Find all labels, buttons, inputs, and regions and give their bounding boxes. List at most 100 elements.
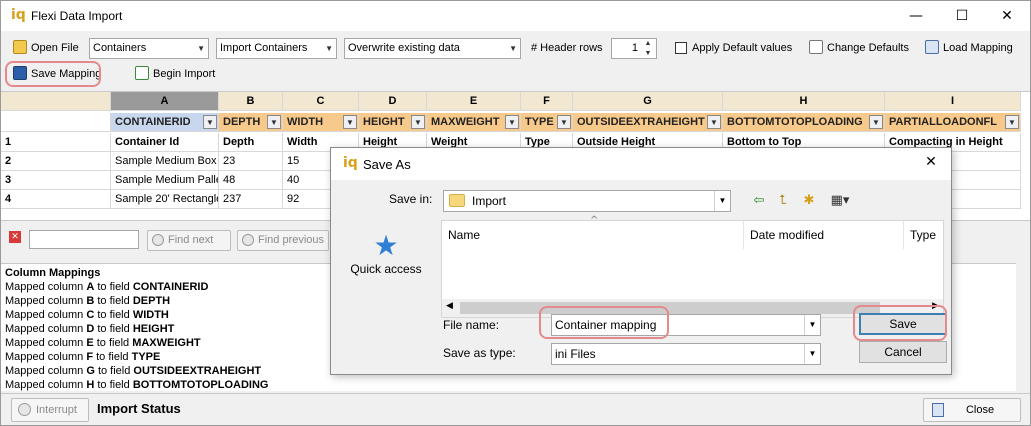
chevron-down-icon[interactable]: ▼ (343, 115, 357, 129)
find-previous-icon (242, 234, 254, 246)
search-input[interactable] (29, 230, 139, 249)
toolbar-row-1: Open File Containers ▼ Import Containers ▼… (1, 35, 1030, 61)
interrupt-button[interactable]: Interrupt (11, 398, 89, 422)
col-letter-h[interactable]: H (723, 92, 885, 111)
change-defaults-button[interactable]: Change Defaults (807, 37, 909, 59)
find-next-button[interactable]: Find next (147, 230, 231, 251)
object-combo[interactable]: Containers ▼ (89, 38, 209, 59)
dialog-close-icon[interactable]: ✕ (919, 154, 943, 170)
field-name: PARTIALLOADONFL (889, 116, 997, 128)
grid-cell[interactable]: Depth (219, 133, 283, 152)
field-select-a[interactable]: CONTAINERID ▼ (111, 113, 219, 132)
app-logo-icon: iq (11, 7, 26, 23)
header-rows-value: 1 (631, 42, 638, 54)
chevron-down-icon[interactable]: ▼ (505, 115, 519, 129)
close-window-button[interactable]: ✕ (984, 1, 1030, 31)
maximize-button[interactable]: ☐ (939, 1, 985, 31)
apply-defaults-checkbox[interactable] (675, 42, 687, 54)
field-name: OUTSIDEEXTRAHEIGHT (577, 116, 705, 128)
grid-cell[interactable]: Sample 20' Rectangle (111, 190, 219, 209)
dialog-title-bar: iq Save As ✕ (331, 148, 951, 180)
col-letter-b[interactable]: B (219, 92, 283, 111)
dialog-body: Save in: Import ▼ ⇦ ⮤ ✱ ▦▾ ★ Quick acces… (331, 180, 951, 374)
field-name: TYPE (525, 116, 554, 128)
save-in-label: Save in: (389, 192, 433, 206)
col-letter-d[interactable]: D (359, 92, 427, 111)
field-select-b[interactable]: DEPTH ▼ (219, 113, 283, 132)
find-previous-button[interactable]: Find previous (237, 230, 329, 251)
close-button[interactable]: Close (923, 398, 1021, 422)
grid-cell[interactable] (951, 190, 1021, 209)
import-mode-combo[interactable]: Overwrite existing data ▼ (344, 38, 521, 59)
column-header-name[interactable]: Name (442, 221, 744, 249)
chevron-down-icon[interactable]: ▼ (1005, 115, 1019, 129)
save-button-highlight (853, 305, 947, 341)
cancel-button[interactable]: Cancel (859, 341, 947, 363)
object-combo-value: Containers (93, 42, 147, 54)
field-select-f[interactable]: TYPE ▼ (521, 113, 573, 132)
field-select-g[interactable]: OUTSIDEEXTRAHEIGHT ▼ (573, 113, 723, 132)
grid-cell[interactable]: Container Id (111, 133, 219, 152)
field-select-i[interactable]: PARTIALLOADONFL ▼ (885, 113, 1021, 132)
load-mapping-button[interactable]: Load Mapping (923, 37, 1013, 59)
begin-import-button[interactable]: Begin Import (133, 63, 215, 85)
defaults-icon (809, 40, 823, 54)
header-rows-stepper[interactable]: 1 ▲ ▼ (611, 38, 657, 59)
clear-search-icon[interactable]: ✕ (9, 231, 21, 243)
grid-cell[interactable]: Sample Medium Pallet (111, 171, 219, 190)
col-letter-a[interactable]: A (111, 92, 219, 111)
view-menu-icon[interactable]: ▦▾ (825, 191, 855, 211)
file-list[interactable]: ^ Name Date modified Type ◀ ▶ (441, 215, 944, 318)
row-number[interactable]: 3 (1, 171, 111, 190)
chevron-down-icon[interactable]: ▼ (557, 115, 571, 129)
save-in-combo[interactable]: Import ▼ (443, 190, 731, 212)
log-scrollbar[interactable] (1016, 263, 1029, 391)
grid-cell[interactable]: 237 (219, 190, 283, 209)
grid-corner (1, 92, 111, 111)
field-select-d[interactable]: HEIGHT ▼ (359, 113, 427, 132)
field-select-c[interactable]: WIDTH ▼ (283, 113, 359, 132)
column-header-date[interactable]: Date modified (744, 221, 904, 249)
row-number[interactable]: 2 (1, 152, 111, 171)
col-letter-g[interactable]: G (573, 92, 723, 111)
grid-cell[interactable] (951, 171, 1021, 190)
window-title: Flexi Data Import (31, 9, 123, 23)
open-file-button[interactable]: Open File (11, 37, 79, 59)
row-number[interactable]: 4 (1, 190, 111, 209)
find-next-icon (152, 234, 164, 246)
field-name: MAXWEIGHT (431, 116, 500, 128)
stepper-up-icon[interactable]: ▲ (641, 39, 655, 48)
import-type-combo[interactable]: Import Containers ▼ (216, 38, 337, 59)
field-select-h[interactable]: BOTTOMTOTOPLOADING ▼ (723, 113, 885, 132)
grid-cell[interactable] (951, 152, 1021, 171)
new-folder-icon[interactable]: ✱ (799, 191, 819, 211)
column-header-type[interactable]: Type (904, 221, 944, 249)
scroll-thumb[interactable] (460, 302, 880, 314)
chevron-down-icon[interactable]: ▼ (411, 115, 425, 129)
field-name: WIDTH (287, 116, 324, 128)
chevron-down-icon[interactable]: ▼ (707, 115, 721, 129)
col-letter-c[interactable]: C (283, 92, 359, 111)
minimize-button[interactable]: — (893, 1, 939, 31)
grid-cell[interactable]: 23 (219, 152, 283, 171)
save-as-type-combo[interactable]: ini Files ▼ (551, 343, 821, 365)
chevron-down-icon[interactable]: ▼ (869, 115, 883, 129)
col-letter-f[interactable]: F (521, 92, 573, 111)
back-arrow-icon[interactable]: ⇦ (749, 191, 769, 211)
begin-import-label: Begin Import (153, 68, 216, 80)
scroll-left-icon[interactable]: ◀ (446, 301, 453, 311)
grid-cell[interactable]: 48 (219, 171, 283, 190)
up-folder-icon[interactable]: ⮤ (773, 191, 793, 211)
save-as-dialog: iq Save As ✕ Save in: Import ▼ ⇦ ⮤ ✱ ▦▾ … (330, 147, 952, 375)
row-number[interactable]: 1 (1, 133, 111, 152)
stepper-down-icon[interactable]: ▼ (641, 49, 655, 58)
chevron-down-icon[interactable]: ▼ (267, 115, 281, 129)
col-letter-i[interactable]: I (885, 92, 1021, 111)
col-letter-e[interactable]: E (427, 92, 521, 111)
import-type-value: Import Containers (220, 42, 308, 54)
quick-access-button[interactable]: ★ Quick access (341, 230, 431, 277)
grid-cell[interactable]: Sample Medium Box (111, 152, 219, 171)
load-mapping-label: Load Mapping (943, 42, 1013, 54)
field-select-e[interactable]: MAXWEIGHT ▼ (427, 113, 521, 132)
chevron-down-icon[interactable]: ▼ (203, 115, 217, 129)
